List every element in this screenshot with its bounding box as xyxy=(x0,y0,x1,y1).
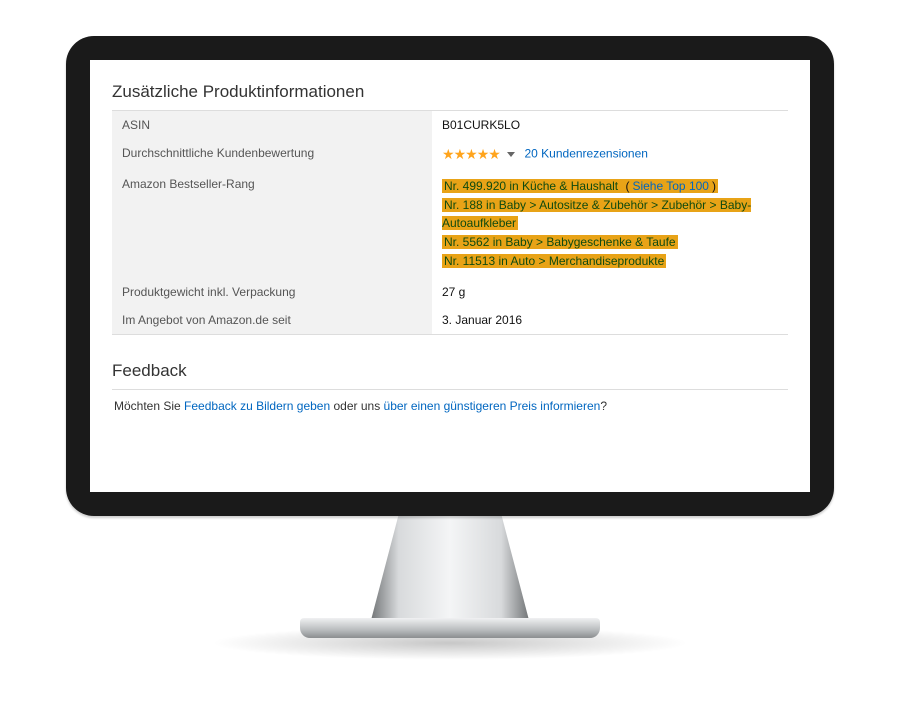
feedback-price-link[interactable]: über einen günstigeren Preis informieren xyxy=(384,399,601,413)
rank-sub-line: Nr. 11513 in Auto > Merchandiseprodukte xyxy=(442,252,778,270)
reviews-link[interactable]: 20 Kundenrezensionen xyxy=(525,147,648,161)
screen-content: Zusätzliche Produktinformationen ASIN B0… xyxy=(90,60,810,492)
star-icon: ★ xyxy=(454,146,466,162)
table-row: ASIN B01CURK5LO xyxy=(112,111,788,140)
feedback-text: Möchten Sie Feedback zu Bildern geben od… xyxy=(112,389,788,422)
table-row: Im Angebot von Amazon.de seit 3. Januar … xyxy=(112,306,788,335)
rank-sub-line: Nr. 5562 in Baby > Babygeschenke & Taufe xyxy=(442,233,778,251)
rank-paren-close: ) xyxy=(710,179,718,193)
rank-sub-line: Nr. 188 in Baby > Autositze & Zubehör > … xyxy=(442,196,778,232)
rank-main-text: Nr. 499.920 in Küche & Haushalt xyxy=(442,179,623,193)
rating-value: ★★★★★ 20 Kundenrezensionen xyxy=(432,139,788,170)
weight-label: Produktgewicht inkl. Verpackung xyxy=(112,278,432,306)
rank-main-line: Nr. 499.920 in Küche & Haushalt (Siehe T… xyxy=(442,177,778,195)
monitor-stand-neck xyxy=(370,514,530,624)
product-info-table: ASIN B01CURK5LO Durchschnittliche Kunden… xyxy=(112,110,788,335)
rank-sub3[interactable]: Nr. 11513 in Auto > Merchandiseprodukte xyxy=(442,254,666,268)
rank-sub1[interactable]: Nr. 188 in Baby > Autositze & Zubehör > … xyxy=(442,198,751,230)
star-rating[interactable]: ★★★★★ xyxy=(442,146,500,163)
feedback-mid: oder uns xyxy=(330,399,383,413)
monitor-frame: Zusätzliche Produktinformationen ASIN B0… xyxy=(66,36,834,516)
rank-sub2[interactable]: Nr. 5562 in Baby > Babygeschenke & Taufe xyxy=(442,235,678,249)
since-label: Im Angebot von Amazon.de seit xyxy=(112,306,432,335)
rating-label: Durchschnittliche Kundenbewertung xyxy=(112,139,432,170)
feedback-heading: Feedback xyxy=(112,361,788,383)
feedback-pre: Möchten Sie xyxy=(114,399,184,413)
star-icon: ★ xyxy=(442,146,454,162)
table-row: Durchschnittliche Kundenbewertung ★★★★★ … xyxy=(112,139,788,170)
rank-label: Amazon Bestseller-Rang xyxy=(112,170,432,278)
star-icon: ★ xyxy=(465,146,477,162)
star-icon: ★ xyxy=(488,146,500,162)
weight-value: 27 g xyxy=(432,278,788,306)
asin-value: B01CURK5LO xyxy=(432,111,788,140)
chevron-down-icon[interactable] xyxy=(507,152,515,157)
feedback-images-link[interactable]: Feedback zu Bildern geben xyxy=(184,399,330,413)
feedback-post: ? xyxy=(600,399,607,413)
asin-label: ASIN xyxy=(112,111,432,140)
table-row: Produktgewicht inkl. Verpackung 27 g xyxy=(112,278,788,306)
since-value: 3. Januar 2016 xyxy=(432,306,788,335)
rank-value: Nr. 499.920 in Küche & Haushalt (Siehe T… xyxy=(432,170,788,278)
monitor-stand-base xyxy=(300,618,600,638)
table-row: Amazon Bestseller-Rang Nr. 499.920 in Kü… xyxy=(112,170,788,278)
star-icon: ★ xyxy=(477,146,489,162)
product-info-heading: Zusätzliche Produktinformationen xyxy=(112,82,788,104)
rank-top100-link[interactable]: Siehe Top 100 xyxy=(631,179,710,193)
